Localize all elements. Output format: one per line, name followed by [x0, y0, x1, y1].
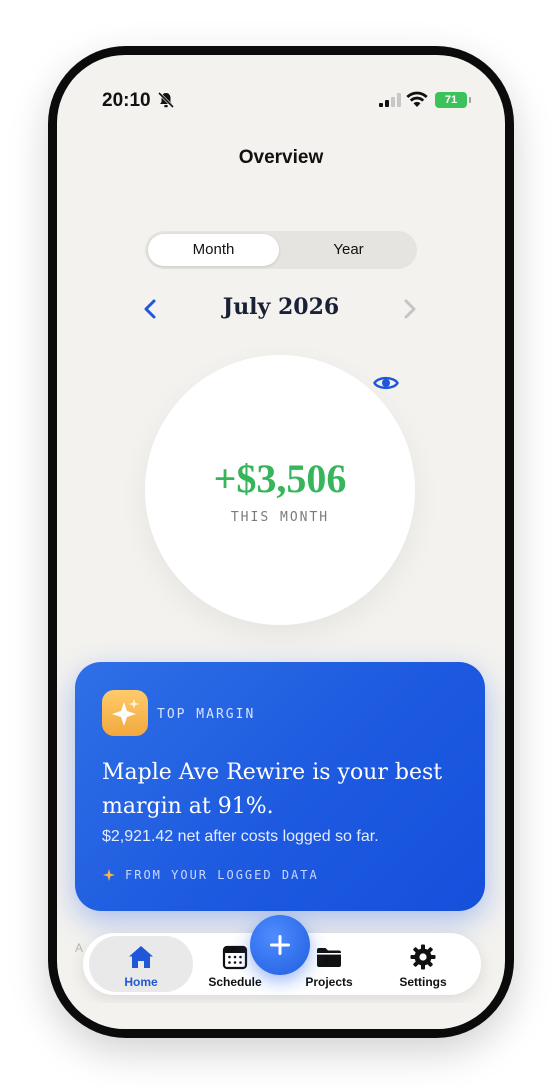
phone-frame: 20:10 71 Overview Month Year July 2026 +…: [48, 46, 514, 1038]
tab-projects-label: Projects: [305, 975, 353, 989]
tab-settings-label: Settings: [399, 975, 447, 989]
current-month-label: July 2026: [222, 294, 340, 320]
status-time: 20:10: [102, 90, 151, 111]
net-summary-circle: +$3,506 THIS MONTH: [145, 355, 415, 625]
sparkles-icon: [102, 690, 148, 736]
app-screen: 20:10 71 Overview Month Year July 2026 +…: [57, 55, 505, 1029]
card-subtext: $2,921.42 net after costs logged so far.: [102, 828, 379, 845]
gear-icon: [410, 944, 436, 970]
tab-schedule-label: Schedule: [208, 975, 262, 989]
top-margin-insight-card[interactable]: TOP MARGIN Maple Ave Rewire is your best…: [75, 662, 485, 911]
segment-year[interactable]: Year: [283, 234, 414, 266]
bell-muted-icon: [157, 91, 175, 109]
peek-text: A: [75, 941, 84, 955]
home-icon: [129, 946, 153, 968]
net-amount: +$3,506: [213, 456, 347, 501]
card-kicker: TOP MARGIN: [157, 707, 256, 722]
card-headline: Maple Ave Rewire is your best margin at …: [102, 760, 443, 819]
page-title: Overview: [238, 147, 324, 168]
period-segmented-control: Month Year: [145, 231, 417, 269]
calendar-icon: [222, 945, 248, 970]
folder-icon: [317, 948, 341, 967]
eye-icon[interactable]: [373, 373, 399, 393]
add-button[interactable]: [250, 915, 310, 975]
card-footer: FROM YOUR LOGGED DATA: [125, 868, 319, 882]
tab-settings[interactable]: Settings: [377, 933, 469, 995]
net-amount-caption: THIS MONTH: [230, 510, 330, 525]
sparkle-small-icon: [103, 869, 115, 881]
screen-bottom-edge: [57, 1003, 505, 1029]
plus-icon: [270, 935, 290, 955]
segment-month[interactable]: Month: [148, 234, 279, 266]
chevron-right-icon[interactable]: [401, 297, 419, 321]
cellular-signal-icon: [379, 93, 401, 107]
battery-indicator: 71: [435, 92, 471, 108]
tab-home[interactable]: Home: [89, 933, 193, 995]
tab-home-label: Home: [124, 975, 158, 989]
wifi-icon: [406, 91, 428, 107]
